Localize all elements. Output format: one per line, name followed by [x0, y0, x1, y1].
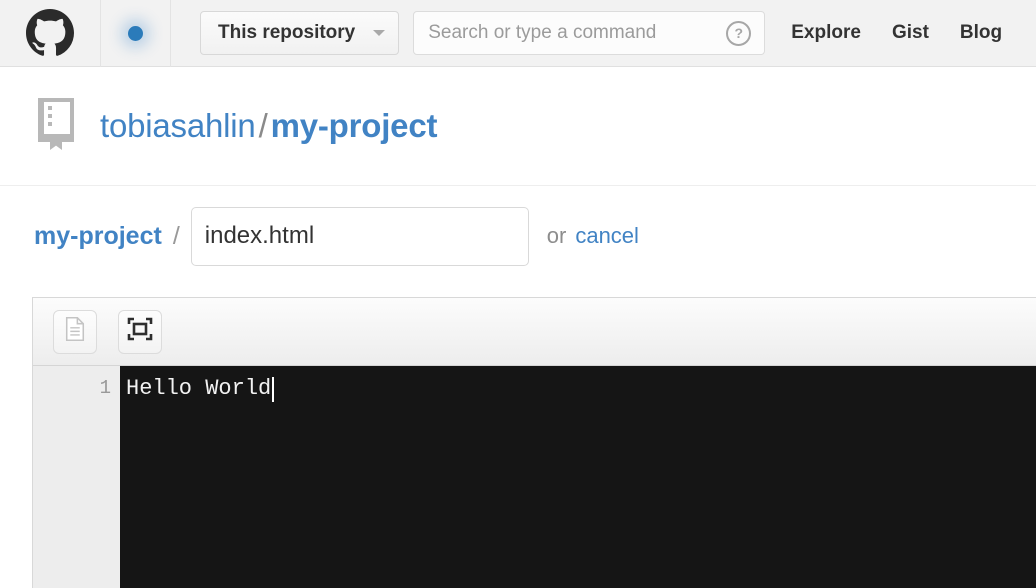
repo-owner-link[interactable]: tobiasahlin: [100, 107, 256, 144]
repository-header: tobiasahlin/my-project: [0, 67, 1036, 186]
breadcrumb-repo-link[interactable]: my-project: [34, 222, 162, 251]
code-line-text: Hello World: [126, 376, 272, 401]
global-header: This repository Search or type a command…: [0, 0, 1036, 67]
fullscreen-toggle-button[interactable]: [118, 309, 162, 354]
repository-breadcrumb: tobiasahlin/my-project: [100, 107, 437, 145]
search-scope-dropdown[interactable]: This repository: [200, 11, 400, 55]
code-line-1: Hello World: [126, 375, 1036, 403]
github-logo-button[interactable]: [0, 0, 101, 67]
repo-book-icon: [32, 96, 80, 157]
line-number-gutter: 1: [33, 366, 120, 588]
header-controls: This repository Search or type a command…: [171, 0, 1036, 67]
chevron-down-icon: [373, 30, 386, 36]
notification-dot-icon: [128, 25, 143, 41]
filename-input[interactable]: [190, 206, 529, 266]
search-scope-label: This repository: [218, 22, 356, 43]
cancel-link[interactable]: cancel: [575, 223, 639, 249]
question-circle-icon[interactable]: ?: [726, 20, 752, 46]
breadcrumb-separator: /: [172, 221, 180, 250]
github-mark-icon: [26, 9, 74, 57]
code-editor: 1 Hello World: [32, 297, 1036, 588]
search-placeholder-text: Search or type a command: [428, 22, 657, 43]
notifications-indicator-button[interactable]: [101, 0, 171, 67]
preview-file-button[interactable]: [53, 309, 97, 354]
fullscreen-expand-icon: [127, 317, 153, 346]
header-nav: Explore Gist Blog: [791, 22, 1002, 44]
nav-link-blog[interactable]: Blog: [960, 22, 1002, 44]
nav-link-explore[interactable]: Explore: [791, 22, 861, 44]
file-document-icon: [63, 316, 87, 347]
text-cursor: [272, 376, 275, 402]
or-label: or: [546, 223, 567, 248]
file-edit-breadcrumb-bar: my-project / or cancel: [0, 186, 1036, 286]
code-text-area[interactable]: Hello World: [120, 366, 1036, 588]
editor-body[interactable]: 1 Hello World: [33, 366, 1036, 588]
repo-breadcrumb-separator: /: [258, 107, 268, 144]
repo-name-link[interactable]: my-project: [271, 107, 438, 144]
nav-link-gist[interactable]: Gist: [892, 22, 929, 44]
search-field[interactable]: Search or type a command ?: [413, 11, 766, 55]
editor-toolbar: [33, 298, 1036, 366]
line-number: 1: [99, 377, 111, 399]
